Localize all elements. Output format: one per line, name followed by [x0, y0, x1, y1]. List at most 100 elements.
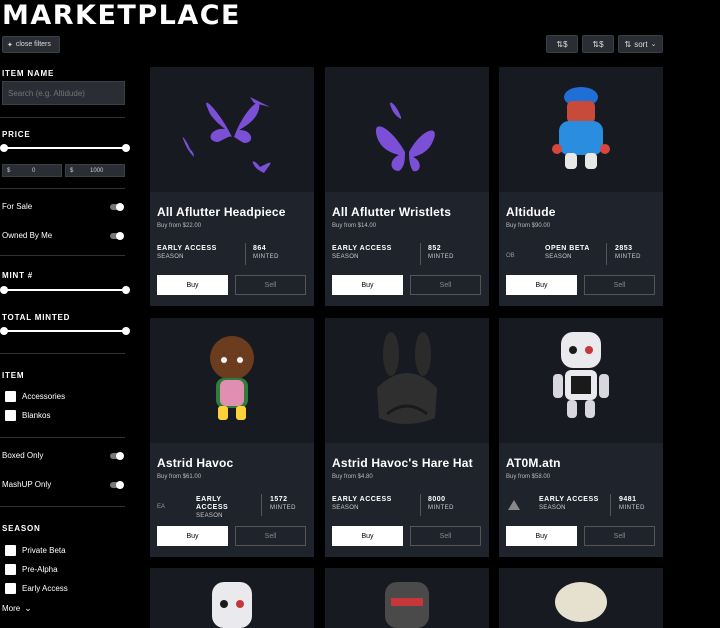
season-early-access-option[interactable]: Early Access	[5, 583, 68, 594]
season-sublabel: SEASON	[545, 254, 572, 260]
item-card[interactable]: Altidude Buy from $90.00 OB OPEN BETA SEA…	[499, 67, 663, 306]
sell-button[interactable]: Sell	[235, 275, 306, 295]
item-minted: 852 MINTED	[428, 245, 454, 261]
sort-price-asc-button[interactable]: ⇅ $	[546, 35, 578, 53]
item-minted: 1572 MINTED	[270, 496, 296, 512]
item-card[interactable]: AT0M.atn Buy from $58.00 EARLY ACCESS SEA…	[499, 318, 663, 557]
total-minted-slider-max-handle[interactable]	[122, 327, 130, 335]
more-seasons-link[interactable]: More ⌄	[2, 603, 32, 614]
price-slider-min-handle[interactable]	[0, 144, 8, 152]
sort-price-desc-button[interactable]: ⇅ $	[582, 35, 614, 53]
season-pre-alpha-option[interactable]: Pre-Alpha	[5, 564, 58, 575]
divider	[0, 353, 125, 354]
sell-button[interactable]: Sell	[235, 526, 306, 546]
sort-icon: ⇅	[624, 39, 632, 49]
close-filters-button[interactable]: ✦ close filters	[2, 36, 60, 53]
item-card[interactable]: Astrid Havoc's Hare Hat Buy from $4.80 E…	[325, 318, 489, 557]
item-card[interactable]	[150, 568, 314, 628]
mashup-only-filter: MashUP Only	[2, 480, 124, 489]
sell-button[interactable]: Sell	[584, 275, 655, 295]
item-card[interactable]	[499, 568, 663, 628]
total-minted-slider-min-handle[interactable]	[0, 327, 8, 335]
robot-figure-icon	[212, 582, 252, 628]
buy-button[interactable]: Buy	[157, 526, 228, 546]
minted-sublabel: MINTED	[428, 505, 454, 511]
private-beta-label: Private Beta	[22, 546, 66, 555]
item-price: Buy from $4.80	[332, 474, 373, 480]
season-label: SEASON	[2, 524, 41, 533]
item-minted: 864 MINTED	[253, 245, 279, 261]
buy-button[interactable]: Buy	[332, 526, 403, 546]
hare-hat-icon	[377, 332, 437, 424]
season-value: EARLY ACCESS	[196, 496, 229, 511]
season-sublabel: SEASON	[196, 513, 223, 519]
sort-asc-label: $	[563, 39, 568, 49]
item-thumbnail	[499, 67, 663, 192]
private-beta-checkbox[interactable]	[5, 545, 16, 556]
owned-by-me-filter: Owned By Me	[2, 231, 124, 240]
item-thumbnail	[150, 67, 314, 192]
item-card[interactable]	[325, 568, 489, 628]
svg-text:EA: EA	[157, 504, 165, 510]
sell-button[interactable]: Sell	[410, 275, 481, 295]
item-thumbnail	[150, 318, 314, 443]
for-sale-filter: For Sale	[2, 202, 124, 211]
price-min-input[interactable]: $0	[2, 164, 62, 177]
item-card[interactable]: Astrid Havoc Buy from $61.00 EA EARLY AC…	[150, 318, 314, 557]
item-minted: 9481 MINTED	[619, 496, 645, 512]
item-type-label: ITEM	[2, 371, 25, 380]
for-sale-toggle[interactable]	[110, 202, 124, 211]
item-season: EARLY ACCESS SEASON	[539, 496, 599, 512]
svg-text:OB: OB	[506, 253, 515, 259]
minted-sublabel: MINTED	[270, 505, 296, 511]
item-name: Astrid Havoc	[157, 456, 234, 470]
minted-value: 1572	[270, 496, 288, 503]
early-access-checkbox[interactable]	[5, 583, 16, 594]
item-price: Buy from $58.00	[506, 474, 551, 480]
item-name-search-input[interactable]	[2, 81, 125, 105]
item-card[interactable]: All Aflutter Headpiece Buy from $22.00 E…	[150, 67, 314, 306]
accessories-checkbox[interactable]	[5, 391, 16, 402]
pre-alpha-checkbox[interactable]	[5, 564, 16, 575]
divider	[606, 243, 607, 265]
season-value: EARLY ACCESS	[332, 245, 392, 252]
buy-button[interactable]: Buy	[332, 275, 403, 295]
mint-slider-min-handle[interactable]	[0, 286, 8, 294]
season-private-beta-option[interactable]: Private Beta	[5, 545, 66, 556]
item-accessories-option[interactable]: Accessories	[5, 391, 65, 402]
mint-label: MINT #	[2, 271, 34, 280]
buy-button[interactable]: Buy	[506, 526, 577, 546]
season-sublabel: SEASON	[157, 254, 184, 260]
page-title: MARKETPLACE	[2, 0, 241, 31]
boxed-only-toggle[interactable]	[110, 451, 124, 460]
divider	[420, 243, 421, 265]
divider	[0, 506, 125, 507]
item-blankos-option[interactable]: Blankos	[5, 410, 50, 421]
blankos-checkbox[interactable]	[5, 410, 16, 421]
item-name: Altidude	[506, 205, 556, 219]
price-slider[interactable]	[0, 144, 130, 152]
price-slider-max-handle[interactable]	[122, 144, 130, 152]
sell-button[interactable]: Sell	[410, 526, 481, 546]
price-max-input[interactable]: $1000	[65, 164, 125, 177]
owned-by-me-toggle[interactable]	[110, 231, 124, 240]
altidude-figure-icon	[552, 87, 610, 169]
sell-button[interactable]: Sell	[584, 526, 655, 546]
hat-figure-icon	[555, 582, 607, 622]
mint-slider-max-handle[interactable]	[122, 286, 130, 294]
mashup-only-label: MashUP Only	[2, 480, 52, 489]
season-logo-icon: EA	[157, 504, 165, 510]
chevron-down-icon: ⌄	[24, 603, 32, 613]
owned-by-me-label: Owned By Me	[2, 231, 53, 240]
accessories-label: Accessories	[22, 392, 66, 401]
buy-button[interactable]: Buy	[157, 275, 228, 295]
minted-sublabel: MINTED	[615, 254, 641, 260]
sort-dropdown[interactable]: ⇅ sort ⌄	[618, 35, 663, 53]
mint-slider[interactable]	[0, 286, 130, 294]
buy-button[interactable]: Buy	[506, 275, 577, 295]
total-minted-slider[interactable]	[0, 327, 130, 335]
mashup-only-toggle[interactable]	[110, 480, 124, 489]
item-card[interactable]: All Aflutter Wristlets Buy from $14.00 E…	[325, 67, 489, 306]
divider	[420, 494, 421, 516]
minted-value: 9481	[619, 496, 637, 503]
